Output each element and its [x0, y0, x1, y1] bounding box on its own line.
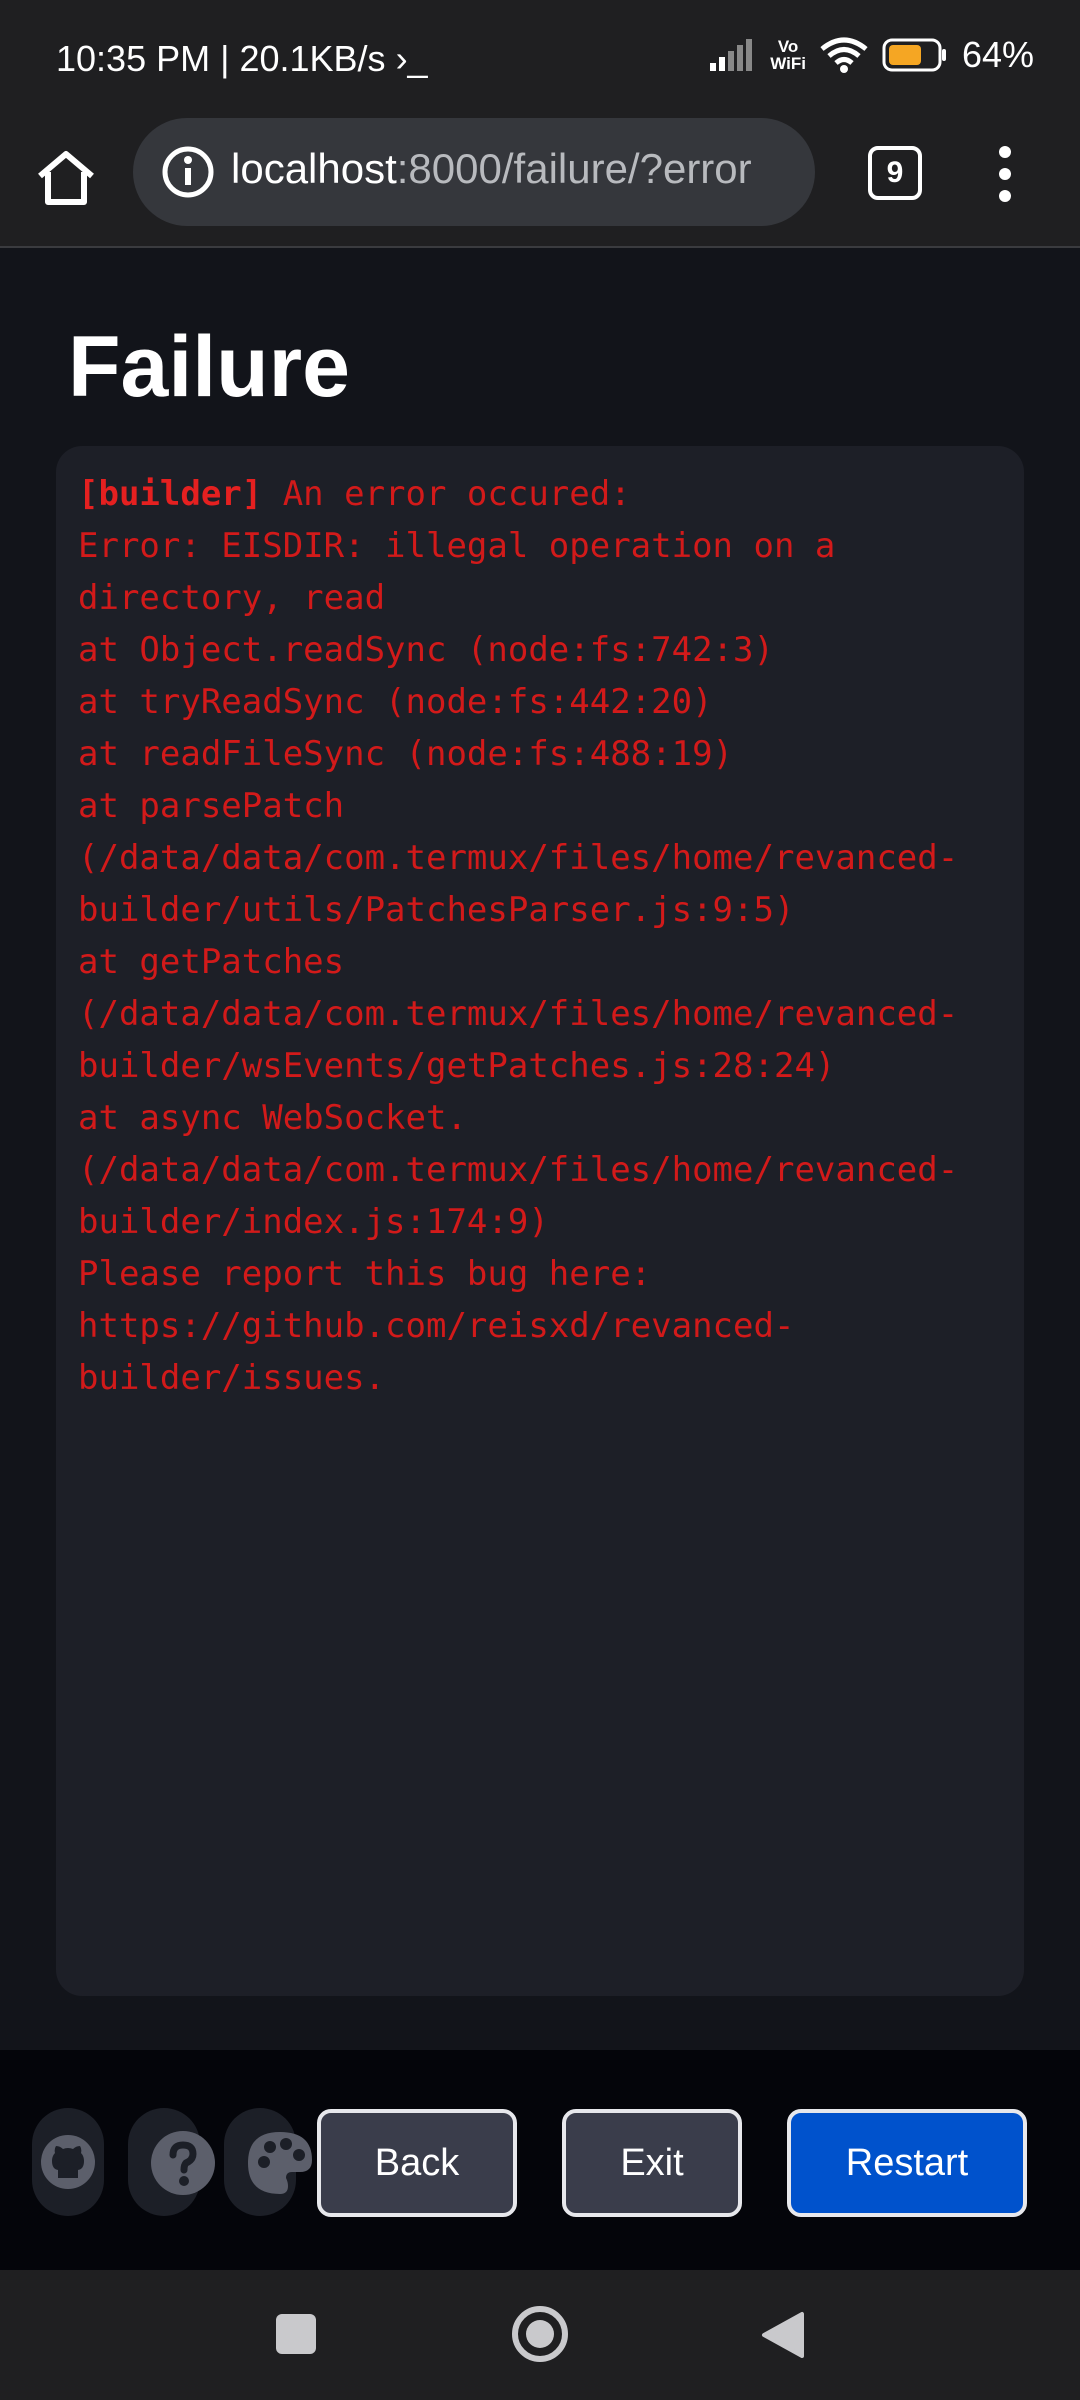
exit-button[interactable]: Exit — [562, 2109, 742, 2217]
status-bar: 10:35 PM | 20.1KB/s ›_ Vo WiFi 64% — [0, 0, 1080, 118]
address-bar[interactable]: localhost:8000/failure/?error — [133, 118, 815, 226]
log-line: Please report this bug here: — [78, 1254, 652, 1294]
help-button[interactable] — [128, 2108, 215, 2216]
github-button[interactable] — [32, 2108, 104, 2216]
log-line: at parsePatch — [78, 786, 345, 826]
error-log-panel: [builder] An error occured: Error: EISDI… — [56, 446, 1024, 1996]
log-line: (/data/data/com.termux/files/home/revanc… — [78, 994, 959, 1034]
back-button[interactable]: Back — [317, 2109, 517, 2217]
battery-percent: 64% — [961, 34, 1034, 75]
log-line: builder/issues. — [78, 1358, 386, 1398]
log-line: at async WebSocket. — [78, 1098, 467, 1138]
log-line: at Object.readSync (node:fs:742:3) — [78, 630, 774, 670]
log-line: at readFileSync (node:fs:488:19) — [78, 734, 734, 774]
home-nav-icon[interactable] — [510, 2304, 570, 2364]
vowifi-top: Vo — [777, 37, 799, 56]
info-icon[interactable] — [161, 145, 215, 199]
status-time-text: 10:35 PM | 20.1KB/s — [56, 38, 386, 79]
status-time-network: 10:35 PM | 20.1KB/s ›_ — [56, 38, 428, 80]
question-circle-icon — [151, 2131, 215, 2195]
status-indicators: Vo WiFi 64% — [710, 34, 1034, 76]
bottom-action-bar: Back Exit Restart — [0, 2050, 1080, 2270]
tab-switcher-button[interactable]: 9 — [868, 146, 922, 200]
system-navigation-bar — [0, 2270, 1080, 2400]
log-line: at getPatches — [78, 942, 345, 982]
palette-icon — [248, 2132, 312, 2194]
terminal-icon: ›_ — [395, 38, 428, 79]
cell-signal-icon — [710, 39, 753, 71]
recent-apps-icon[interactable] — [274, 2312, 318, 2356]
battery-icon — [882, 38, 946, 72]
url-text[interactable]: localhost:8000/failure/?error — [231, 145, 801, 193]
wifi-icon — [820, 37, 868, 73]
log-line: Error: EISDIR: illegal operation on a — [78, 526, 836, 566]
restart-button[interactable]: Restart — [787, 2109, 1027, 2217]
github-icon — [41, 2135, 95, 2189]
error-tag: [builder] — [78, 474, 263, 514]
theme-button[interactable] — [224, 2108, 312, 2216]
log-line: builder/index.js:174:9) — [78, 1202, 549, 1242]
error-log-text: [builder] An error occured: Error: EISDI… — [78, 468, 1008, 1404]
url-path: :8000/failure/?error — [396, 145, 752, 192]
vowifi-bottom: WiFi — [770, 54, 806, 73]
log-line: directory, read — [78, 578, 386, 618]
log-line: (/data/data/com.termux/files/home/revanc… — [78, 1150, 959, 1190]
log-line: An error occured: — [262, 474, 631, 514]
browser-toolbar: localhost:8000/failure/?error 9 — [0, 118, 1080, 248]
home-icon[interactable] — [34, 146, 98, 210]
back-nav-icon[interactable] — [760, 2310, 806, 2360]
vowifi-indicator: Vo WiFi — [770, 38, 806, 72]
log-line: (/data/data/com.termux/files/home/revanc… — [78, 838, 959, 878]
url-host: localhost — [231, 145, 397, 192]
log-line: builder/wsEvents/getPatches.js:28:24) — [78, 1046, 836, 1086]
log-line: at tryReadSync (node:fs:442:20) — [78, 682, 713, 722]
log-line: https://github.com/reisxd/revanced- — [78, 1306, 795, 1346]
log-line: builder/utils/PatchesParser.js:9:5) — [78, 890, 795, 930]
page-title: Failure — [68, 319, 350, 415]
more-menu-icon[interactable] — [985, 144, 1025, 204]
